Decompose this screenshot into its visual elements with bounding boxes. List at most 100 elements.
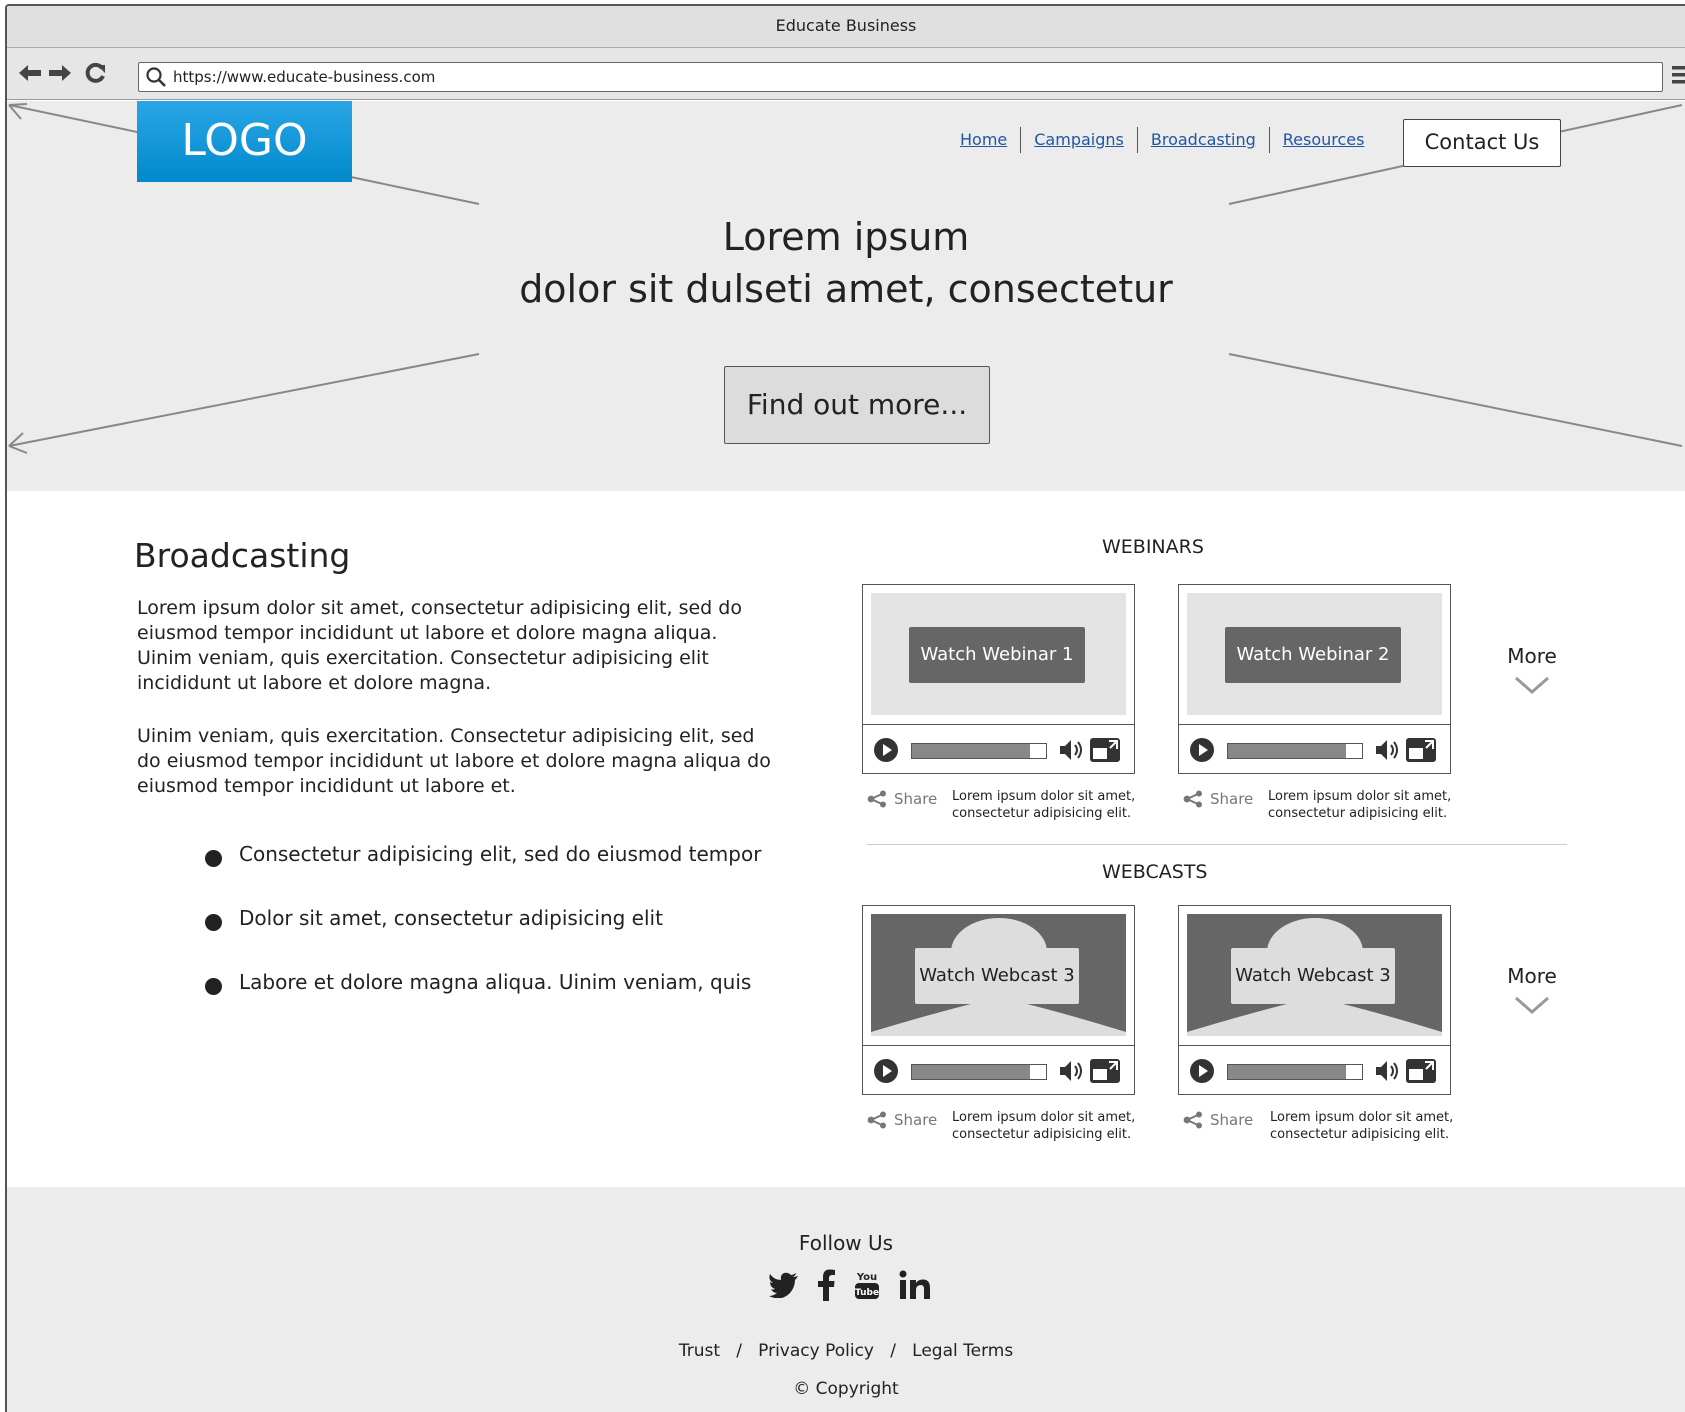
volume-icon[interactable]: [1058, 1058, 1084, 1084]
forward-arrow-icon[interactable]: [47, 62, 73, 84]
share-icon: [867, 1111, 886, 1129]
share-label: Share: [894, 1111, 938, 1129]
share-link[interactable]: Share: [1183, 1111, 1253, 1129]
caption-line-1: Lorem ipsum dolor sit amet,: [1270, 1110, 1454, 1125]
share-label: Share: [1210, 790, 1254, 808]
play-icon[interactable]: [873, 737, 899, 763]
section-divider: [867, 844, 1567, 845]
url-text: https://www.educate-business.com: [173, 68, 436, 86]
find-out-more-button[interactable]: Find out more...: [724, 366, 990, 444]
share-link[interactable]: Share: [867, 790, 937, 808]
address-bar[interactable]: https://www.educate-business.com: [138, 62, 1663, 92]
copyright-icon: ©: [793, 1379, 811, 1399]
video-player-webcast-1: Watch Webcast 3: [862, 905, 1135, 1095]
footer-link-separator: /: [879, 1341, 907, 1361]
progress-track[interactable]: [1227, 1064, 1363, 1080]
nav-campaigns[interactable]: Campaigns: [1021, 127, 1138, 153]
play-icon[interactable]: [1189, 737, 1215, 763]
footer-link-legal[interactable]: Legal Terms: [912, 1341, 1013, 1361]
caption-line-2: consectetur adipisicing elit.: [1270, 1127, 1450, 1142]
play-icon[interactable]: [873, 1058, 899, 1084]
site-footer: Follow Us You Tube Trust / Privacy Polic…: [7, 1187, 1685, 1412]
more-webcasts-link[interactable]: More: [1497, 964, 1567, 1016]
svg-text:Tube: Tube: [855, 1288, 879, 1298]
video-caption: Lorem ipsum dolor sit amet, consectetur …: [952, 1109, 1135, 1143]
back-arrow-icon[interactable]: [17, 62, 43, 84]
watch-webinar-2-button[interactable]: Watch Webinar 2: [1225, 627, 1401, 683]
volume-icon[interactable]: [1374, 1058, 1400, 1084]
twitter-icon[interactable]: [769, 1272, 799, 1298]
footer-link-trust[interactable]: Trust: [679, 1341, 720, 1361]
player-controls: [863, 724, 1134, 773]
nav-home[interactable]: Home: [947, 127, 1022, 153]
share-icon: [867, 790, 886, 808]
caption-line-2: consectetur adipisicing elit.: [1268, 806, 1448, 821]
share-icon: [1183, 1111, 1202, 1129]
reload-icon[interactable]: [83, 62, 109, 84]
fullscreen-icon[interactable]: [1405, 1058, 1437, 1084]
caption-line-1: Lorem ipsum dolor sit amet,: [952, 1110, 1136, 1125]
caption-line-1: Lorem ipsum dolor sit amet,: [1268, 789, 1452, 804]
hamburger-menu-icon[interactable]: [1672, 64, 1685, 86]
share-label: Share: [894, 790, 938, 808]
watch-webcast-button[interactable]: Watch Webcast 3: [915, 948, 1079, 1004]
share-link[interactable]: Share: [867, 1111, 937, 1129]
youtube-icon[interactable]: You Tube: [853, 1269, 881, 1301]
contact-us-button[interactable]: Contact Us: [1403, 119, 1561, 167]
more-label: More: [1507, 644, 1557, 668]
fullscreen-icon[interactable]: [1405, 737, 1437, 763]
volume-icon[interactable]: [1058, 737, 1084, 763]
webinars-label: WEBINARS: [1102, 536, 1204, 558]
video-screen: Watch Webinar 2: [1187, 593, 1442, 715]
list-item: Dolor sit amet, consectetur adipisicing …: [205, 906, 761, 970]
footer-link-privacy[interactable]: Privacy Policy: [758, 1341, 874, 1361]
webcasts-label: WEBCASTS: [1102, 861, 1208, 883]
share-icon: [1183, 790, 1202, 808]
nav-resources[interactable]: Resources: [1270, 127, 1378, 153]
caption-line-2: consectetur adipisicing elit.: [952, 806, 1132, 821]
fullscreen-icon[interactable]: [1089, 737, 1121, 763]
nav-broadcasting[interactable]: Broadcasting: [1138, 127, 1270, 153]
search-icon: [146, 67, 166, 87]
bullet-list: Consectetur adipisicing elit, sed do eiu…: [205, 842, 761, 1034]
progress-track[interactable]: [911, 1064, 1047, 1080]
copyright-notice: © Copyright: [7, 1379, 1685, 1399]
player-controls: [1179, 724, 1450, 773]
video-caption: Lorem ipsum dolor sit amet, consectetur …: [1270, 1109, 1453, 1143]
share-link[interactable]: Share: [1183, 790, 1253, 808]
video-screen: Watch Webcast 3: [871, 914, 1126, 1036]
list-item: Labore et dolore magna aliqua. Uinim ven…: [205, 970, 761, 1034]
facebook-icon[interactable]: [817, 1269, 835, 1301]
caption-line-2: consectetur adipisicing elit.: [952, 1127, 1132, 1142]
progress-track[interactable]: [1227, 743, 1363, 759]
more-label: More: [1507, 964, 1557, 988]
browser-window: Educate Business https://www.educate-bus…: [5, 4, 1685, 1412]
progress-track[interactable]: [911, 743, 1047, 759]
more-webinars-link[interactable]: More: [1497, 644, 1567, 696]
share-label: Share: [1210, 1111, 1254, 1129]
play-icon[interactable]: [1189, 1058, 1215, 1084]
footer-links: Trust / Privacy Policy / Legal Terms: [7, 1341, 1685, 1361]
caption-line-1: Lorem ipsum dolor sit amet,: [952, 789, 1136, 804]
hero-headline-line-1: Lorem ipsum: [722, 215, 970, 259]
chevron-down-icon: [1515, 996, 1549, 1014]
list-item: Consectetur adipisicing elit, sed do eiu…: [205, 842, 761, 906]
video-player-webinar-2: Watch Webinar 2: [1178, 584, 1451, 774]
intro-paragraph: Lorem ipsum dolor sit amet, consectetur …: [137, 597, 742, 694]
watch-webinar-1-button[interactable]: Watch Webinar 1: [909, 627, 1085, 683]
volume-icon[interactable]: [1374, 737, 1400, 763]
watch-webcast-button[interactable]: Watch Webcast 3: [1231, 948, 1395, 1004]
linkedin-icon[interactable]: [899, 1270, 931, 1300]
window-title: Educate Business: [7, 6, 1685, 48]
site-logo[interactable]: LOGO: [137, 101, 352, 182]
video-caption: Lorem ipsum dolor sit amet, consectetur …: [1268, 788, 1451, 822]
video-caption: Lorem ipsum dolor sit amet, consectetur …: [952, 788, 1135, 822]
fullscreen-icon[interactable]: [1089, 1058, 1121, 1084]
section-title: Broadcasting: [134, 536, 351, 575]
footer-link-separator: /: [725, 1341, 753, 1361]
browser-toolbar: https://www.educate-business.com: [7, 48, 1685, 100]
chevron-down-icon: [1515, 676, 1549, 694]
player-controls: [863, 1045, 1134, 1094]
main-navigation: Home Campaigns Broadcasting Resources: [947, 127, 1377, 153]
video-player-webinar-1: Watch Webinar 1: [862, 584, 1135, 774]
